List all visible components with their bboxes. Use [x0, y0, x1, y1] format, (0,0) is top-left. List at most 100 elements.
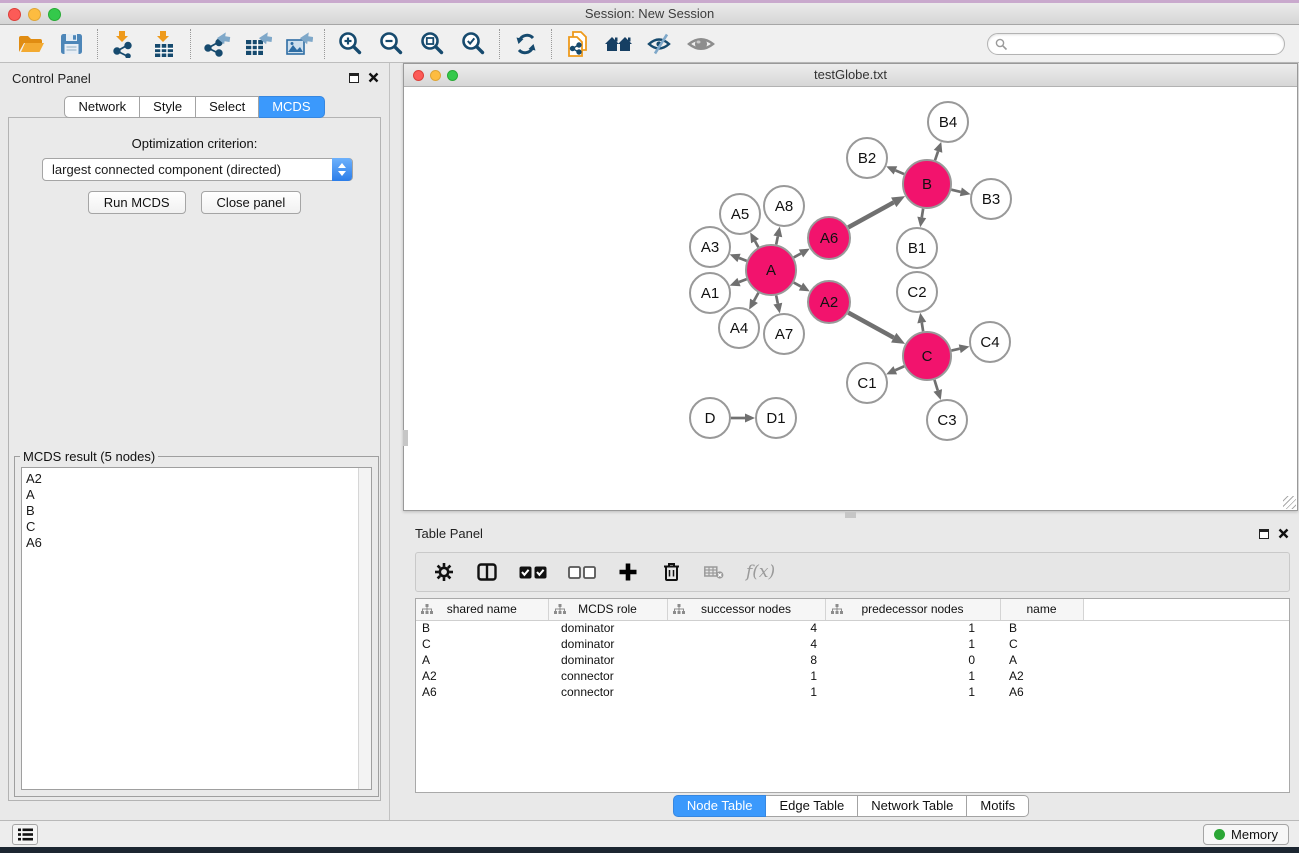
network-minimize-button[interactable] [430, 70, 441, 81]
table-row[interactable]: Cdominator41C [416, 636, 1289, 652]
column-header-predecessor-nodes[interactable]: predecessor nodes [825, 599, 1000, 620]
graph-node-A8[interactable]: A8 [764, 186, 804, 226]
graph-node-A3[interactable]: A3 [690, 227, 730, 267]
graph-edge-B-B2[interactable] [895, 170, 904, 174]
column-header-successor-nodes[interactable]: successor nodes [667, 599, 825, 620]
graph-edge-B-B4[interactable] [935, 151, 938, 160]
zoom-out-icon[interactable] [371, 28, 412, 60]
home-icon[interactable] [598, 28, 639, 60]
criterion-dropdown[interactable]: largest connected component (directed) [42, 158, 353, 181]
graph-node-A5[interactable]: A5 [720, 194, 760, 234]
open-file-icon[interactable] [10, 28, 51, 60]
export-network-icon[interactable] [196, 28, 237, 60]
resize-grip[interactable] [1283, 496, 1296, 509]
close-window-button[interactable] [8, 8, 21, 21]
graph-node-B[interactable]: B [903, 160, 951, 208]
task-history-button[interactable] [12, 824, 38, 845]
column-visibility-icon[interactable] [476, 561, 498, 583]
show-details-icon[interactable] [680, 28, 721, 60]
table-settings-icon[interactable] [433, 561, 455, 583]
result-item[interactable]: A [26, 487, 371, 503]
graph-node-B4[interactable]: B4 [928, 102, 968, 142]
function-builder-icon[interactable]: f(x) [746, 562, 775, 582]
graph-node-A2[interactable]: A2 [808, 281, 850, 323]
network-canvas[interactable]: B4B2BB3A8A5A6A3B1AC2A1A2A4A7C4CC1DD1C3 [404, 87, 1297, 510]
graph-node-C2[interactable]: C2 [897, 272, 937, 312]
refresh-layout-icon[interactable] [505, 28, 546, 60]
graph-node-B3[interactable]: B3 [971, 179, 1011, 219]
close-table-panel-icon[interactable] [1278, 528, 1289, 539]
graph-node-A7[interactable]: A7 [764, 314, 804, 354]
graph-edge-B-B1[interactable] [922, 209, 923, 218]
graph-edge-A-A1[interactable] [739, 279, 747, 282]
result-item[interactable]: A6 [26, 535, 371, 551]
graph-edge-A-A2[interactable] [794, 283, 801, 287]
graph-node-C[interactable]: C [903, 332, 951, 380]
graph-edge-C-C2[interactable] [922, 323, 923, 332]
zoom-window-button[interactable] [48, 8, 61, 21]
close-panel-icon[interactable] [368, 72, 379, 83]
column-header-shared-name[interactable]: shared name [416, 599, 548, 620]
result-item[interactable]: A2 [26, 471, 371, 487]
graph-edge-A6-B[interactable] [848, 202, 893, 227]
result-item[interactable]: B [26, 503, 371, 519]
search-input[interactable] [987, 33, 1285, 55]
tab-motifs[interactable]: Motifs [967, 795, 1029, 817]
graph-edge-A-A6[interactable] [794, 253, 801, 257]
tab-network[interactable]: Network [64, 96, 140, 118]
result-scrollbar[interactable] [358, 468, 371, 789]
select-all-icon[interactable] [519, 561, 547, 583]
table-row[interactable]: A2connector11A2 [416, 668, 1289, 684]
network-window-titlebar[interactable]: testGlobe.txt [404, 64, 1297, 87]
column-header-name[interactable]: name [1000, 599, 1083, 620]
tab-mcds[interactable]: MCDS [259, 96, 324, 118]
close-panel-button[interactable]: Close panel [201, 191, 302, 214]
graph-node-C4[interactable]: C4 [970, 322, 1010, 362]
graph-edge-C-C3[interactable] [934, 380, 937, 391]
network-zoom-button[interactable] [447, 70, 458, 81]
network-close-button[interactable] [413, 70, 424, 81]
graph-node-A4[interactable]: A4 [719, 308, 759, 348]
graph-node-B1[interactable]: B1 [897, 228, 937, 268]
graph-edge-A-A5[interactable] [755, 241, 758, 247]
tab-edge-table[interactable]: Edge Table [766, 795, 858, 817]
export-table-icon[interactable] [237, 28, 278, 60]
result-item[interactable]: C [26, 519, 371, 535]
tab-select[interactable]: Select [196, 96, 259, 118]
run-mcds-button[interactable]: Run MCDS [88, 191, 186, 214]
window-titlebar[interactable]: Session: New Session [0, 3, 1299, 25]
minimize-window-button[interactable] [28, 8, 41, 21]
vertical-scroll-indicator[interactable] [403, 430, 408, 446]
table-row[interactable]: Adominator80A [416, 652, 1289, 668]
deselect-all-icon[interactable] [568, 561, 596, 583]
tab-style[interactable]: Style [140, 96, 196, 118]
graph-node-B2[interactable]: B2 [847, 138, 887, 178]
graph-edge-A-A7[interactable] [776, 295, 778, 303]
new-session-icon[interactable] [557, 28, 598, 60]
graph-edge-A2-C[interactable] [848, 313, 893, 338]
float-panel-icon[interactable] [349, 73, 359, 83]
horizontal-scroll-indicator[interactable] [845, 512, 856, 518]
graph-edge-A-A4[interactable] [754, 293, 758, 301]
graph-edge-C-C4[interactable] [951, 349, 959, 351]
import-network-icon[interactable] [103, 28, 144, 60]
export-image-icon[interactable] [278, 28, 319, 60]
graph-node-A1[interactable]: A1 [690, 273, 730, 313]
delete-table-icon[interactable] [703, 561, 725, 583]
graph-edge-A-A3[interactable] [739, 258, 747, 261]
table-row[interactable]: A6connector11A6 [416, 684, 1289, 700]
graph-edge-B-B3[interactable] [951, 190, 960, 192]
zoom-in-icon[interactable] [330, 28, 371, 60]
import-table-icon[interactable] [144, 28, 185, 60]
graph-node-D1[interactable]: D1 [756, 398, 796, 438]
tab-node-table[interactable]: Node Table [673, 795, 767, 817]
memory-button[interactable]: Memory [1203, 824, 1289, 845]
graph-edge-A-A8[interactable] [776, 236, 778, 244]
graph-node-D[interactable]: D [690, 398, 730, 438]
table-row[interactable]: Bdominator41B [416, 620, 1289, 636]
graph-node-A6[interactable]: A6 [808, 217, 850, 259]
hide-details-icon[interactable] [639, 28, 680, 60]
graph-node-C3[interactable]: C3 [927, 400, 967, 440]
tab-network-table[interactable]: Network Table [858, 795, 967, 817]
graph-node-A[interactable]: A [746, 245, 796, 295]
